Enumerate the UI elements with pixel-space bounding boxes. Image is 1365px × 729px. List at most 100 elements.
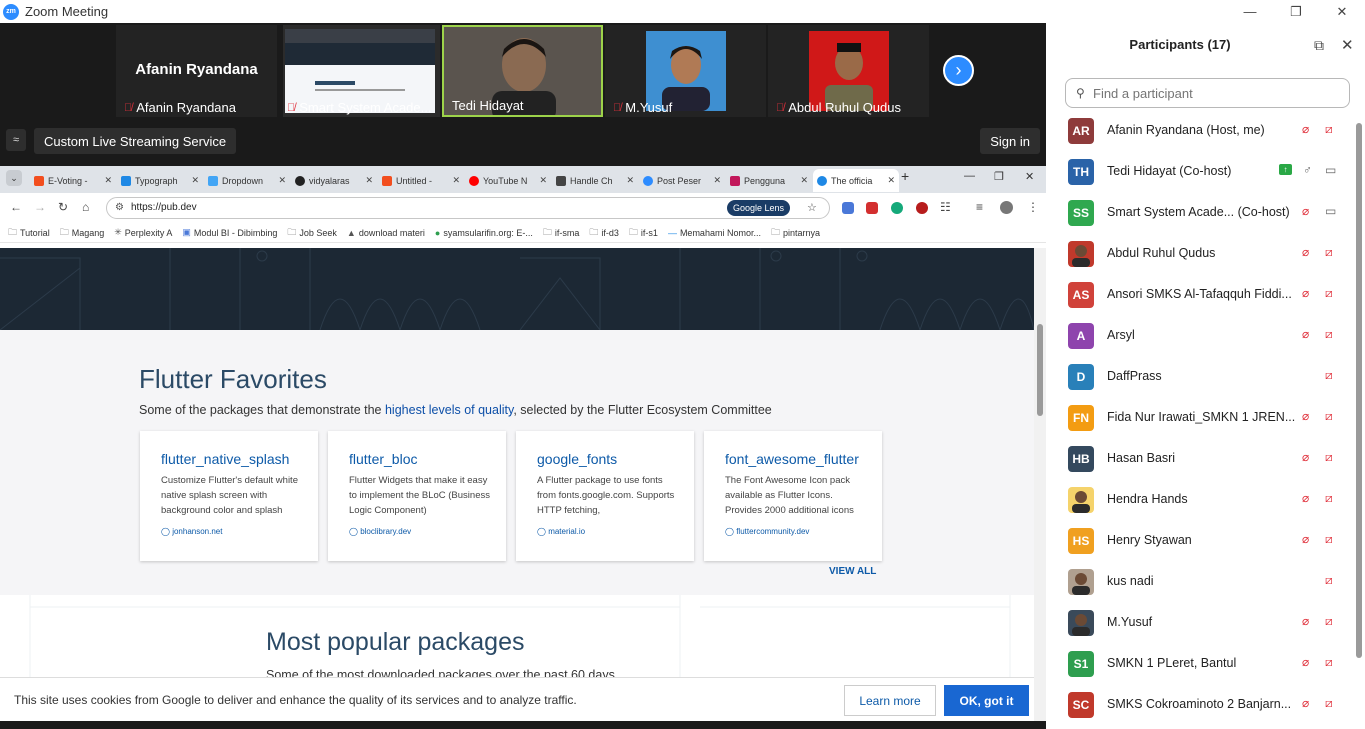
participant-row[interactable]: SC SMKS Cokroaminoto 2 Banjarn... ⌀ ⧄ — [1046, 684, 1354, 725]
next-page-icon[interactable]: › — [943, 55, 974, 86]
participant-row[interactable]: Hendra Hands ⌀ ⧄ — [1046, 479, 1354, 520]
tab-dropdown[interactable]: Dropdown ✕ — [204, 169, 290, 192]
mic-muted-icon[interactable]: ⌀ — [1302, 286, 1309, 300]
participant-scrollbar[interactable] — [1354, 109, 1365, 729]
bookmark-item[interactable]: 🗀 pintarnya — [771, 225, 820, 241]
home-icon[interactable]: ⌂ — [82, 200, 89, 214]
package-card[interactable]: font_awesome_flutter The Font Awesome Ic… — [704, 431, 882, 561]
video-off-icon[interactable]: ⧄ — [1325, 368, 1333, 383]
media-icon[interactable]: ≡ — [976, 200, 983, 214]
mic-muted-icon[interactable]: ⌀ — [1302, 409, 1309, 423]
panel-close-icon[interactable]: ✕ — [1341, 36, 1354, 54]
participant-row[interactable]: S1 SMKN 1 PLeret, Bantul ⌀ ⧄ — [1046, 643, 1354, 684]
page-scrollbar[interactable] — [1034, 248, 1046, 721]
video-off-icon[interactable]: ⧄ — [1325, 286, 1333, 301]
participant-row[interactable]: Abdul Ruhul Qudus ⌀ ⧄ — [1046, 233, 1354, 274]
site-info-icon[interactable]: ⚙ — [115, 202, 124, 213]
ok-got-it-button[interactable]: OK, got it — [944, 685, 1029, 716]
package-card[interactable]: flutter_native_splash Customize Flutter'… — [140, 431, 318, 561]
bookmark-item[interactable]: 🗀 Tutorial — [8, 225, 50, 241]
browser-restore-icon[interactable]: ❐ — [994, 170, 1004, 183]
tab-close-icon[interactable]: ✕ — [278, 175, 286, 186]
video-icon[interactable]: ▭ — [1325, 163, 1336, 177]
browser-close-icon[interactable]: ✕ — [1025, 170, 1034, 183]
video-off-icon[interactable]: ⧄ — [1325, 614, 1333, 629]
new-tab-icon[interactable]: + — [901, 168, 909, 184]
profile-avatar[interactable] — [1000, 201, 1013, 214]
video-off-icon[interactable]: ⧄ — [1325, 655, 1333, 670]
mic-icon[interactable]: ♂ — [1303, 163, 1312, 177]
quality-link[interactable]: highest levels of quality — [385, 403, 513, 417]
translate-extension-icon[interactable] — [842, 202, 854, 214]
participant-row[interactable]: FN Fida Nur Irawati_SMKN 1 JREN... ⌀ ⧄ — [1046, 397, 1354, 438]
participant-row[interactable]: TH Tedi Hidayat (Co-host) ↑ ♂ ▭ — [1046, 151, 1354, 192]
participant-row[interactable]: M.Yusuf ⌀ ⧄ — [1046, 602, 1354, 643]
google-lens-button[interactable]: Google Lens — [727, 200, 791, 216]
browser-minimize-icon[interactable]: — — [964, 170, 975, 182]
package-name[interactable]: font_awesome_flutter — [725, 451, 859, 467]
mic-muted-icon[interactable]: ⌀ — [1302, 245, 1309, 259]
package-card[interactable]: google_fonts A Flutter package to use fo… — [516, 431, 694, 561]
tab-close-icon[interactable]: ✕ — [713, 175, 721, 186]
back-icon[interactable]: ← — [10, 200, 22, 214]
mic-muted-icon[interactable]: ⌀ — [1302, 655, 1309, 669]
bookmark-item[interactable]: ▲ download materi — [347, 228, 425, 238]
browser-menu-icon[interactable]: ⋮ — [1027, 200, 1039, 214]
tab-vidyalaras[interactable]: vidyalaras ✕ — [291, 169, 377, 192]
video-off-icon[interactable]: ⧄ — [1325, 327, 1333, 342]
bookmark-item[interactable]: ● syamsularifin.org: E-... — [435, 228, 533, 238]
video-tile-abdul[interactable]: 🎙̸ Abdul Ruhul Qudus — [768, 25, 929, 117]
bookmark-item[interactable]: 🗀 Magang — [60, 225, 105, 241]
mic-muted-icon[interactable]: ⌀ — [1302, 204, 1309, 218]
publisher-link[interactable]: ◯ fluttercommunity.dev — [725, 527, 809, 536]
tab-pengguna[interactable]: Pengguna ✕ — [726, 169, 812, 192]
video-off-icon[interactable]: ⧄ — [1325, 491, 1333, 506]
video-off-icon[interactable]: ⧄ — [1325, 122, 1333, 137]
streaming-service-button[interactable]: Custom Live Streaming Service — [34, 128, 237, 154]
package-name[interactable]: flutter_bloc — [349, 451, 417, 467]
ublock-extension-icon[interactable] — [916, 202, 928, 214]
video-tile-tedi[interactable]: Tedi Hidayat — [442, 25, 603, 117]
participant-row[interactable]: SS Smart System Acade... (Co-host) ⌀ ▭ — [1046, 192, 1354, 233]
tab-close-icon[interactable]: ✕ — [887, 175, 895, 186]
tab-close-icon[interactable]: ✕ — [452, 175, 460, 186]
tab-close-icon[interactable]: ✕ — [539, 175, 547, 186]
tab-close-icon[interactable]: ✕ — [365, 175, 373, 186]
tab-pub-dev[interactable]: The officia ✕ — [813, 169, 899, 192]
extensions-icon[interactable]: ☷ — [940, 200, 951, 214]
scroll-thumb[interactable] — [1037, 324, 1043, 416]
grammarly-extension-icon[interactable] — [891, 202, 903, 214]
tab-youtube[interactable]: YouTube N ✕ — [465, 169, 551, 192]
tab-post-peserta[interactable]: Post Peser ✕ — [639, 169, 725, 192]
video-off-icon[interactable]: ⧄ — [1325, 409, 1333, 424]
video-tile-afanin[interactable]: Afanin Ryandana 🎙̸ Afanin Ryandana — [116, 25, 277, 117]
tab-close-icon[interactable]: ✕ — [191, 175, 199, 186]
reload-icon[interactable]: ↻ — [58, 200, 68, 214]
video-icon[interactable]: ▭ — [1325, 204, 1336, 218]
video-off-icon[interactable]: ⧄ — [1325, 696, 1333, 711]
participant-row[interactable]: A Arsyl ⌀ ⧄ — [1046, 315, 1354, 356]
forward-icon[interactable]: → — [34, 200, 46, 214]
video-tile-yusuf[interactable]: 🎙̸ M.Yusuf — [605, 25, 766, 117]
mic-muted-icon[interactable]: ⌀ — [1302, 450, 1309, 464]
participant-row[interactable]: HB Hasan Basri ⌀ ⧄ — [1046, 438, 1354, 479]
red-extension-icon[interactable] — [866, 202, 878, 214]
restore-icon[interactable]: ❐ — [1273, 0, 1319, 23]
search-input[interactable] — [1093, 84, 1343, 102]
participant-row[interactable]: HS Henry Styawan ⌀ ⧄ — [1046, 520, 1354, 561]
tab-close-icon[interactable]: ✕ — [800, 175, 808, 186]
tab-close-icon[interactable]: ✕ — [104, 175, 112, 186]
bookmark-item[interactable]: 🗀 if-d3 — [589, 225, 619, 241]
mic-muted-icon[interactable]: ⌀ — [1302, 122, 1309, 136]
package-card[interactable]: flutter_bloc Flutter Widgets that make i… — [328, 431, 506, 561]
learn-more-button[interactable]: Learn more — [844, 685, 936, 716]
package-name[interactable]: google_fonts — [537, 451, 617, 467]
tab-evoting[interactable]: E-Voting - ✕ — [30, 169, 116, 192]
publisher-link[interactable]: ◯ bloclibrary.dev — [349, 527, 411, 536]
participant-search[interactable]: ⚲ — [1065, 78, 1350, 108]
participant-row[interactable]: D DaffPrass ⧄ — [1046, 356, 1354, 397]
scroll-thumb[interactable] — [1356, 123, 1362, 658]
participant-row[interactable]: kus nadi ⧄ — [1046, 561, 1354, 602]
view-all-link[interactable]: VIEW ALL — [829, 566, 876, 577]
video-off-icon[interactable]: ⧄ — [1325, 573, 1333, 588]
